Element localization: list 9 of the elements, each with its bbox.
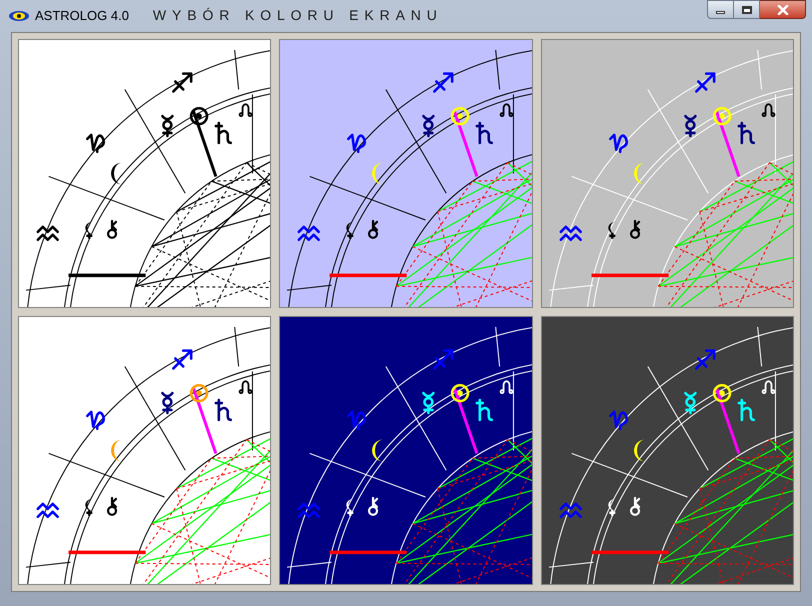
maximize-icon	[742, 6, 752, 14]
minimize-button[interactable]	[707, 0, 734, 19]
close-button[interactable]	[760, 0, 806, 19]
minimize-icon	[716, 11, 725, 14]
maximize-button[interactable]	[734, 0, 760, 19]
close-icon	[776, 4, 788, 14]
window-title: ASTROLOG 4.0	[35, 6, 129, 25]
window-subtitle: WYBÓR KOLORU EKRANU	[152, 6, 443, 25]
app-eye-icon	[8, 10, 30, 22]
